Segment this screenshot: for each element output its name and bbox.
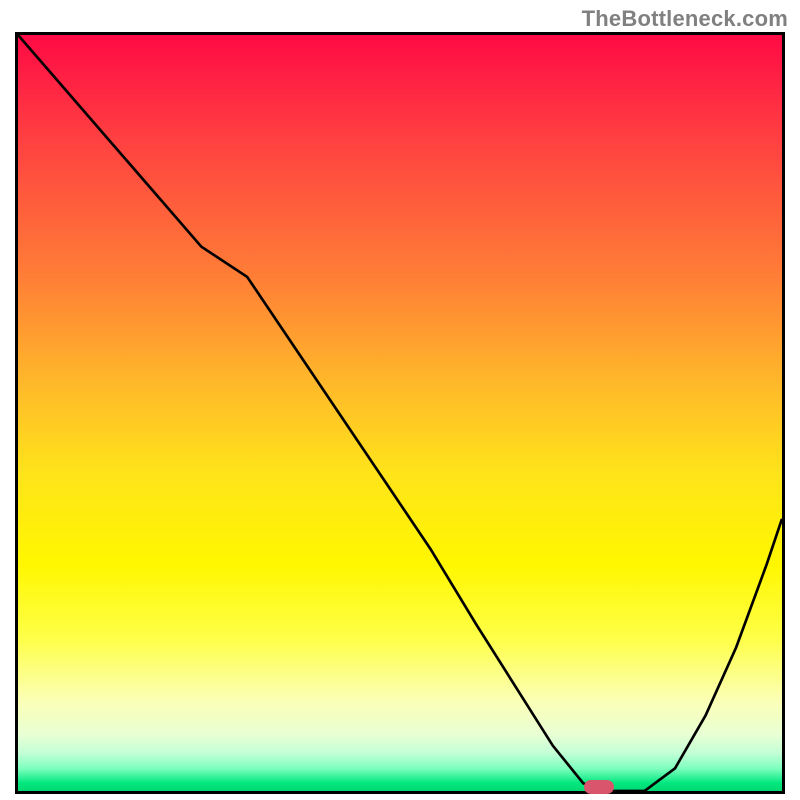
optimal-point-marker (584, 780, 614, 794)
chart-container: TheBottleneck.com (0, 0, 800, 800)
plot-area (15, 32, 785, 794)
bottleneck-curve (18, 35, 782, 791)
watermark-text: TheBottleneck.com (582, 6, 788, 32)
